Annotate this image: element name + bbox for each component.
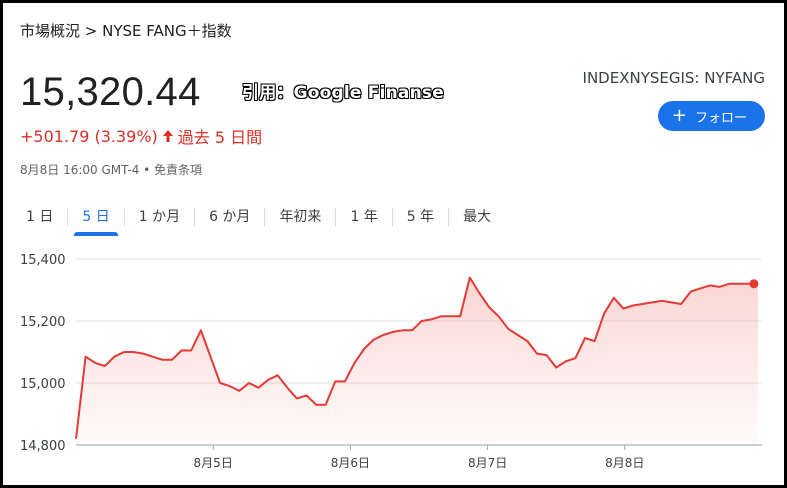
y-tick-label: 15,200 bbox=[20, 315, 66, 330]
follow-label: フォロー bbox=[694, 110, 747, 126]
tab-5d[interactable]: 5 日 bbox=[68, 200, 123, 236]
tab-5y[interactable]: 5 年 bbox=[393, 200, 448, 236]
change-period: 過去 5 日間 bbox=[177, 128, 263, 147]
y-tick-label: 15,000 bbox=[20, 377, 66, 392]
change-value: +501.79 (3.39%) bbox=[20, 126, 158, 146]
index-price: 15,320.44 bbox=[20, 70, 201, 114]
tab-max[interactable]: 最大 bbox=[449, 200, 505, 236]
last-point-marker bbox=[749, 279, 759, 289]
breadcrumb[interactable]: 市場概況 > NYSE FANG＋指数 bbox=[20, 20, 232, 41]
tab-1m[interactable]: 1 か月 bbox=[125, 200, 194, 236]
x-tick-label: 8月7日 bbox=[468, 456, 507, 470]
x-tick-label: 8月6日 bbox=[331, 456, 370, 470]
plus-icon: + bbox=[671, 105, 687, 126]
price-change: +501.79 (3.39%) 過去 5 日間 bbox=[20, 124, 262, 148]
follow-button[interactable]: + フォロー bbox=[657, 101, 765, 131]
source-credit: 引用：Google Finanse bbox=[242, 83, 444, 103]
arrow-up-icon bbox=[162, 130, 173, 142]
tab-1d[interactable]: 1 日 bbox=[12, 200, 67, 236]
tab-6m[interactable]: 6 か月 bbox=[195, 200, 264, 236]
x-tick-label: 8月8日 bbox=[605, 456, 644, 470]
timestamp-disclaimer[interactable]: 8月8日 16:00 GMT-4 • 免責条項 bbox=[20, 161, 202, 178]
tab-ytd[interactable]: 年初来 bbox=[265, 200, 335, 236]
tab-1y[interactable]: 1 年 bbox=[336, 200, 391, 236]
x-tick-label: 8月5日 bbox=[194, 456, 233, 470]
ticker-symbol: INDEXNYSEGIS: NYFANG bbox=[582, 69, 765, 87]
y-tick-label: 15,400 bbox=[20, 253, 66, 268]
y-tick-label: 14,800 bbox=[20, 439, 66, 454]
price-chart[interactable]: 14,800 15,000 15,200 15,400 8月5日 8月6日 8月7日 8月8日 bbox=[0, 240, 787, 480]
range-tabs: 1 日 5 日 1 か月 6 か月 年初来 1 年 5 年 最大 bbox=[12, 200, 505, 236]
